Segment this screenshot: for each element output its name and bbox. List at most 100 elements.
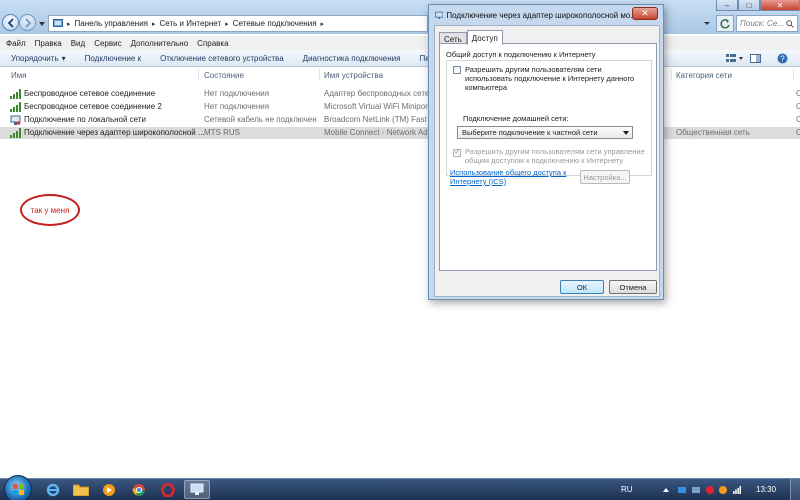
windows-logo-icon (13, 484, 24, 495)
connect-to-button[interactable]: Подключение к (85, 54, 141, 63)
forward-arrow-icon (25, 18, 32, 28)
column-header-device[interactable]: Имя устройства (324, 71, 383, 80)
disable-device-button[interactable]: Отключение сетевого устройства (160, 54, 284, 63)
minimize-button[interactable]: – (716, 0, 738, 11)
tray-app-icon[interactable] (692, 486, 700, 494)
right-edge-fragment: С (796, 115, 800, 124)
back-button[interactable] (2, 14, 19, 31)
column-header-category[interactable]: Категория сети (676, 71, 732, 80)
chevron-down-icon: ▾ (61, 53, 66, 63)
allow-sharing-checkbox[interactable] (453, 66, 461, 74)
internet-explorer-icon (46, 483, 60, 496)
breadcrumb-network-internet[interactable]: Сеть и Интернет (160, 19, 222, 28)
taskbar-ie-button[interactable] (40, 480, 66, 499)
column-divider[interactable] (319, 69, 320, 81)
connection-status: MTS RUS (204, 128, 240, 137)
allow-control-checkbox[interactable] (453, 147, 461, 157)
cancel-button[interactable]: Отмена (609, 280, 657, 294)
table-row[interactable]: Подключение по локальной сети Сетевой ка… (0, 114, 800, 126)
preview-pane-button[interactable] (750, 53, 761, 64)
tray-app-icon[interactable] (678, 486, 686, 494)
network-signal-icon[interactable] (733, 486, 741, 494)
column-header-status[interactable]: Состояние (204, 71, 244, 80)
taskbar-opera-button[interactable] (155, 480, 181, 499)
network-connections-icon (190, 483, 204, 495)
search-placeholder: Поиск: Се... (740, 19, 784, 28)
table-row[interactable]: Беспроводное сетевое соединение 2 Нет по… (0, 101, 800, 113)
folder-icon (73, 484, 89, 496)
disable-device-label: Отключение сетевого устройства (160, 53, 284, 63)
ok-button-label: ОК (576, 282, 588, 292)
start-button[interactable] (4, 475, 32, 500)
maximize-button[interactable]: □ (738, 0, 760, 11)
forward-button[interactable] (19, 14, 36, 31)
taskbar-media-player-button[interactable] (96, 480, 122, 499)
tab-sharing[interactable]: Доступ (466, 30, 503, 45)
menu-file[interactable]: Файл (6, 39, 26, 48)
input-language-indicator[interactable]: RU (621, 485, 633, 494)
taskbar-chrome-button[interactable] (126, 480, 152, 499)
show-desktop-button[interactable] (790, 479, 800, 500)
refresh-button[interactable] (716, 15, 734, 32)
search-input[interactable]: Поиск: Се... (736, 15, 798, 32)
organize-button[interactable]: Упорядочить ▾ (11, 54, 66, 63)
opera-tray-icon[interactable] (706, 486, 714, 494)
refresh-icon (720, 19, 730, 29)
device-name: Mobile Connect - Network Adap (324, 128, 428, 137)
chrome-icon (132, 483, 145, 496)
dialog-close-button[interactable]: ✕ (632, 7, 658, 20)
menu-tools[interactable]: Сервис (94, 39, 121, 48)
diagnose-button[interactable]: Диагностика подключения (303, 54, 401, 63)
breadcrumb-control-panel[interactable]: Панель управления (75, 19, 149, 28)
menu-bar: Файл Правка Вид Сервис Дополнительно Спр… (0, 36, 800, 50)
wireless-signal-icon (10, 102, 21, 112)
connection-status: Нет подключения (204, 102, 270, 111)
wireless-signal-icon (10, 89, 21, 99)
tray-app-icon[interactable] (719, 486, 727, 494)
connection-name: Беспроводное сетевое соединение (24, 89, 156, 98)
taskbar: RU 13:30 (0, 475, 800, 500)
recent-pages-chevron-down-icon[interactable] (38, 20, 46, 28)
breadcrumb-network-connections[interactable]: Сетевые подключения (233, 19, 317, 28)
help-button[interactable]: ? (777, 53, 788, 64)
connect-to-label: Подключение к (84, 53, 142, 63)
column-divider[interactable] (671, 69, 672, 81)
ok-button[interactable]: ОК (560, 280, 604, 294)
system-clock[interactable]: 13:30 (756, 485, 776, 494)
ics-group-box: Разрешить другим пользователям сети испо… (446, 60, 652, 176)
tab-sharing-label: Доступ (471, 33, 498, 43)
menu-edit[interactable]: Правка (35, 39, 62, 48)
column-header-name[interactable]: Имя (11, 71, 27, 80)
change-view-button[interactable] (726, 53, 744, 64)
menu-view[interactable]: Вид (71, 39, 85, 48)
settings-button-label: Настройка... (583, 172, 627, 182)
right-edge-fragment: С (796, 102, 800, 111)
dialog-title: Подключение через адаптер широкополосной… (446, 10, 637, 20)
column-divider[interactable] (793, 69, 794, 81)
allow-sharing-label: Разрешить другим пользователям сети испо… (465, 65, 635, 92)
address-bar[interactable]: ▸ Панель управления ▸ Сеть и Интернет ▸ … (48, 15, 428, 32)
taskbar-explorer-button[interactable] (68, 480, 94, 499)
chevron-down-icon (623, 131, 629, 135)
address-history-chevron-icon[interactable] (700, 15, 714, 32)
connection-name: Подключение по локальной сети (24, 115, 146, 124)
menu-help[interactable]: Справка (197, 39, 228, 48)
show-hidden-icons-icon[interactable] (662, 486, 670, 494)
home-network-select[interactable]: Выберите подключение к частной сети (457, 126, 633, 139)
taskbar-network-connections-button[interactable] (184, 480, 210, 499)
navigation-row: ▸ Панель управления ▸ Сеть и Интернет ▸ … (0, 12, 800, 34)
column-divider[interactable] (198, 69, 199, 81)
settings-button[interactable]: Настройка... (580, 170, 630, 184)
menu-advanced[interactable]: Дополнительно (131, 39, 189, 48)
close-button[interactable]: ✕ (760, 0, 800, 11)
connection-properties-dialog: Подключение через адаптер широкополосной… (428, 4, 664, 300)
table-row[interactable]: Беспроводное сетевое соединение Нет подк… (0, 88, 800, 100)
table-row-selected[interactable]: Подключение через адаптер широкополосной… (0, 127, 800, 139)
device-name: Адаптер беспроводных сетей (324, 89, 428, 98)
home-network-select-value: Выберите подключение к частной сети (462, 128, 598, 137)
ics-help-link[interactable]: Использование общего доступа к Интернету… (450, 168, 568, 186)
dialog-tabs: Сеть Доступ (439, 30, 503, 45)
ethernet-icon (10, 115, 21, 125)
right-edge-fragment: С (796, 89, 800, 98)
allow-control-label: Разрешить другим пользователям сети упра… (465, 147, 645, 165)
